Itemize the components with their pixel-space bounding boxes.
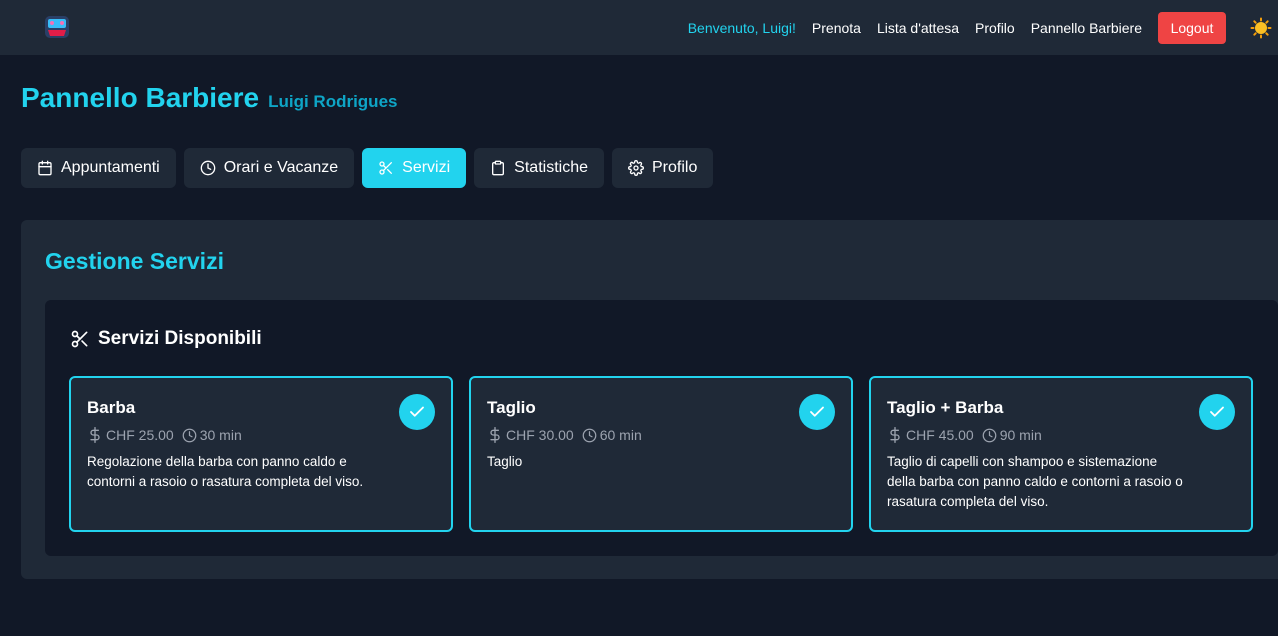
service-description: Taglio di capelli con shampoo e sistemaz… [887, 454, 1183, 509]
tab-bar: Appuntamenti Orari e Vacanze Servizi Sta… [21, 148, 721, 188]
nav-link-lista-attesa[interactable]: Lista d'attesa [877, 20, 959, 36]
selected-check[interactable] [1199, 394, 1235, 430]
barber-name: Luigi Rodrigues [268, 92, 398, 111]
service-description: Regolazione della barba con panno caldo … [87, 454, 364, 489]
clock-icon [200, 160, 216, 176]
check-icon [810, 406, 824, 417]
tab-appuntamenti[interactable]: Appuntamenti [21, 148, 176, 188]
check-icon [410, 406, 424, 417]
service-meta: CHF 45.00 90 min [887, 427, 1235, 443]
section-title: Servizi Disponibili [70, 328, 262, 350]
welcome-text: Benvenuto, Luigi! [687, 19, 796, 36]
tab-label: Servizi [402, 159, 451, 176]
price-text: CHF 30.00 [506, 427, 574, 443]
check-icon [1210, 406, 1224, 417]
service-name: Taglio + Barba [887, 398, 1004, 417]
tab-servizi[interactable]: Servizi [362, 148, 467, 188]
selected-check[interactable] [799, 394, 835, 430]
sun-icon [1250, 17, 1272, 38]
service-duration: 60 min [582, 427, 642, 443]
service-name: Taglio [487, 398, 536, 417]
clipboard-icon [492, 160, 505, 176]
service-cards: Barba CHF 25.00 30 min Regolazione della… [69, 376, 1269, 532]
dollar-icon [890, 427, 900, 443]
page-header: Pannello Barbiere Luigi Rodrigues [21, 82, 397, 114]
clock-icon [982, 428, 997, 442]
service-description: Taglio [487, 454, 523, 469]
duration-text: 90 min [999, 427, 1042, 443]
service-card-barba[interactable]: Barba CHF 25.00 30 min Regolazione della… [69, 376, 453, 532]
duration-text: 60 min [599, 427, 642, 443]
price-text: CHF 45.00 [906, 427, 974, 443]
tab-label: Orari e Vacanze [223, 159, 339, 176]
clock-icon [182, 428, 197, 442]
service-price: CHF 45.00 [887, 427, 974, 443]
services-panel: Gestione Servizi Servizi Disponibili Bar… [21, 220, 1278, 579]
tab-orari-vacanze[interactable]: Orari e Vacanze [183, 148, 355, 188]
service-card-taglio[interactable]: Taglio CHF 30.00 60 min Taglio [469, 376, 853, 532]
calendar-icon [38, 160, 52, 176]
tab-label: Profilo [651, 159, 698, 176]
scissors-icon [379, 161, 393, 175]
tab-statistiche[interactable]: Statistiche [474, 148, 604, 188]
service-card-taglio-barba[interactable]: Taglio + Barba CHF 45.00 90 min Taglio d… [869, 376, 1253, 532]
service-meta: CHF 30.00 60 min [487, 427, 835, 443]
service-price: CHF 30.00 [487, 427, 574, 443]
logout-button[interactable]: Logout [1158, 11, 1226, 44]
service-price: CHF 25.00 [87, 427, 174, 443]
price-text: CHF 25.00 [106, 427, 174, 443]
panel-title: Gestione Servizi [45, 248, 224, 274]
dollar-icon [490, 427, 500, 443]
selected-check[interactable] [399, 394, 435, 430]
duration-text: 30 min [199, 427, 242, 443]
theme-toggle[interactable] [1250, 17, 1272, 39]
tab-profilo[interactable]: Profilo [611, 148, 714, 188]
service-name: Barba [87, 398, 136, 417]
service-duration: 90 min [982, 427, 1042, 443]
gear-icon [628, 160, 644, 176]
tab-label: Appuntamenti [61, 159, 160, 176]
nav-link-profilo[interactable]: Profilo [975, 20, 1015, 36]
tab-label: Statistiche [514, 159, 588, 176]
clock-icon [582, 428, 597, 442]
service-meta: CHF 25.00 30 min [87, 427, 435, 443]
page-title: Pannello Barbiere [21, 82, 260, 113]
services-container: Servizi Disponibili Barba CHF 25.00 30 m… [45, 300, 1278, 556]
nav-link-pannello-barbiere[interactable]: Pannello Barbiere [1031, 20, 1142, 36]
section-title-label: Servizi Disponibili [98, 328, 262, 349]
scissors-icon [71, 330, 88, 348]
navbar: Benvenuto, Luigi! Prenota Lista d'attesa… [0, 0, 1278, 55]
service-duration: 30 min [182, 427, 242, 443]
dollar-icon [90, 427, 100, 443]
nav-link-prenota[interactable]: Prenota [812, 20, 861, 36]
barber-logo[interactable] [42, 14, 72, 42]
